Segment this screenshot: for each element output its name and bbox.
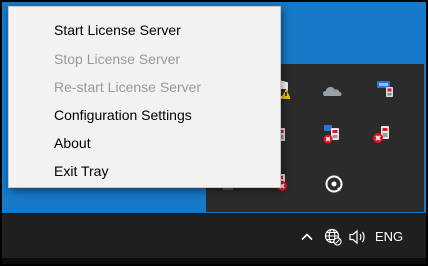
chevron-up-icon[interactable]: [300, 230, 314, 244]
menu-item-stop-license-server[interactable]: Stop License Server: [54, 51, 180, 67]
network-device-icon[interactable]: [376, 78, 396, 98]
menu-item-exit-tray[interactable]: Exit Tray: [54, 163, 108, 179]
screenshot-frame: ENG Start License Server Stop License Se…: [0, 0, 428, 266]
license-error-icon[interactable]: [322, 124, 342, 144]
globe-network-icon[interactable]: [324, 228, 342, 246]
menu-item-restart-license-server[interactable]: Re-start License Server: [54, 79, 201, 95]
menu-item-start-license-server[interactable]: Start License Server: [54, 22, 181, 38]
taskbar-bottom-strip: [2, 258, 426, 264]
menu-item-about[interactable]: About: [54, 135, 91, 151]
language-indicator[interactable]: ENG: [375, 229, 403, 244]
media-disc-icon[interactable]: [324, 174, 344, 194]
menu-item-configuration-settings[interactable]: Configuration Settings: [54, 107, 192, 123]
context-menu: Start License Server Stop License Server…: [8, 6, 281, 188]
onedrive-cloud-icon[interactable]: [322, 81, 342, 101]
license-error-icon[interactable]: [372, 124, 392, 144]
taskbar: ENG: [2, 213, 426, 264]
speaker-icon[interactable]: [348, 228, 368, 246]
